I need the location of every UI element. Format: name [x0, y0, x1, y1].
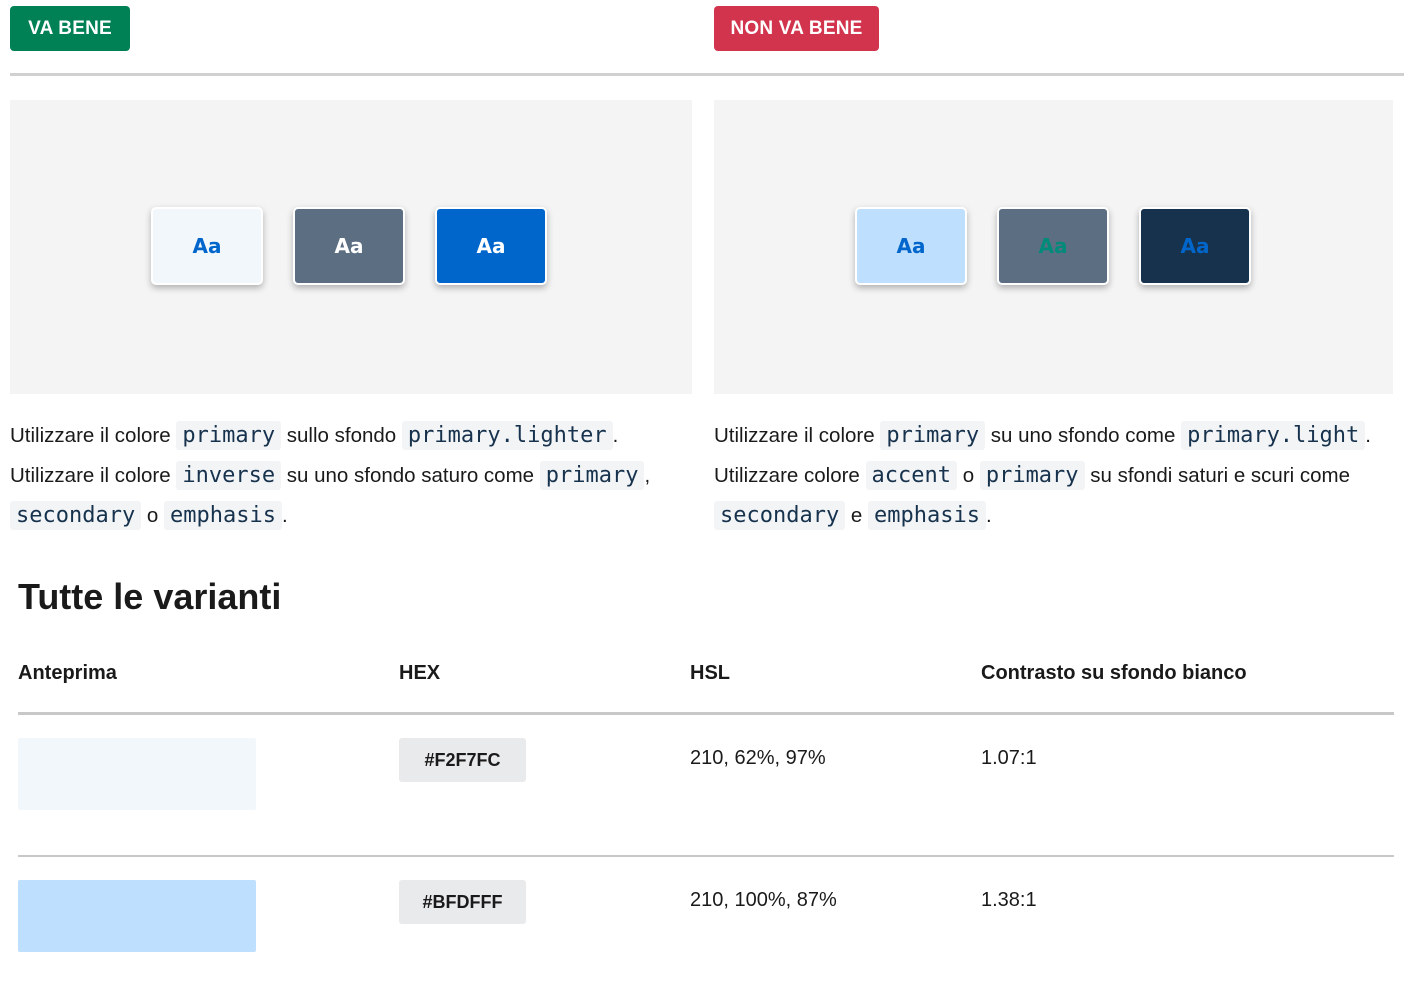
bad-example-panel: Aa Aa Aa [714, 100, 1393, 394]
good-usage-badge: VA BENE [10, 6, 130, 51]
code-token: primary [176, 421, 282, 450]
swatch-inverse-on-primary: Aa [435, 207, 547, 285]
swatch-primary-on-emphasis: Aa [1139, 207, 1251, 285]
text: , [644, 464, 651, 487]
column-header-preview: Anteprima [18, 662, 117, 684]
code-token: primary [539, 461, 645, 490]
swatch-primary-on-lighter: Aa [151, 207, 263, 285]
hsl-value: 210, 100%, 87% [690, 889, 837, 911]
bad-desc-line-3: secondary e emphasis. [714, 496, 1404, 536]
bad-desc-line-1: Utilizzare il colore primary su uno sfon… [714, 416, 1404, 456]
bad-description: Utilizzare il colore primary su uno sfon… [714, 416, 1404, 536]
text: . [986, 504, 992, 527]
bad-desc-line-2: Utilizzare colore accent o primary su sf… [714, 456, 1404, 496]
code-token: primary [880, 421, 986, 450]
good-example-panel: Aa Aa Aa [10, 100, 692, 394]
color-preview [18, 880, 256, 952]
section-title: Tutte le varianti [18, 576, 282, 617]
code-token: inverse [176, 461, 282, 490]
contrast-value: 1.38:1 [981, 889, 1037, 911]
text: Utilizzare colore [714, 464, 860, 487]
section-divider [10, 73, 1404, 76]
text: Utilizzare il colore [10, 464, 171, 487]
color-preview [18, 738, 256, 810]
hex-chip: #BFDFFF [399, 880, 526, 924]
good-desc-line-1: Utilizzare il colore primary sullo sfond… [10, 416, 700, 456]
hex-chip: #F2F7FC [399, 738, 526, 782]
text: o [962, 464, 975, 487]
text: sullo sfondo [286, 424, 397, 447]
table-header-divider [18, 712, 1394, 715]
code-token: emphasis [164, 501, 282, 530]
text: . [612, 424, 619, 447]
code-token: primary.lighter [401, 421, 613, 450]
code-token: accent [865, 461, 958, 490]
code-token: secondary [714, 501, 846, 530]
table-row-divider [18, 855, 1394, 857]
code-token: primary [979, 461, 1085, 490]
good-description: Utilizzare il colore primary sullo sfond… [10, 416, 700, 536]
column-header-contrast: Contrasto su sfondo bianco [981, 662, 1247, 684]
text: Utilizzare il colore [10, 424, 171, 447]
text: su sfondi saturi e scuri come [1090, 464, 1351, 487]
swatch-primary-on-light: Aa [855, 207, 967, 285]
column-header-hsl: HSL [690, 662, 730, 684]
contrast-value: 1.07:1 [981, 747, 1037, 769]
text: su uno sfondo saturo come [286, 464, 535, 487]
text: su uno sfondo come [990, 424, 1176, 447]
text: e [850, 504, 863, 527]
good-desc-line-3: secondary o emphasis. [10, 496, 700, 536]
swatch-accent-on-secondary: Aa [997, 207, 1109, 285]
bad-usage-badge: NON VA BENE [714, 6, 879, 51]
code-token: emphasis [868, 501, 986, 530]
code-token: primary.light [1181, 421, 1366, 450]
hsl-value: 210, 62%, 97% [690, 747, 826, 769]
column-header-hex: HEX [399, 662, 441, 684]
code-token: secondary [10, 501, 142, 530]
text: . [282, 504, 288, 527]
text: o [146, 504, 159, 527]
good-desc-line-2: Utilizzare il colore inverse su uno sfon… [10, 456, 700, 496]
swatch-inverse-on-secondary: Aa [293, 207, 405, 285]
text: . [1365, 424, 1371, 447]
text: Utilizzare il colore [714, 424, 875, 447]
